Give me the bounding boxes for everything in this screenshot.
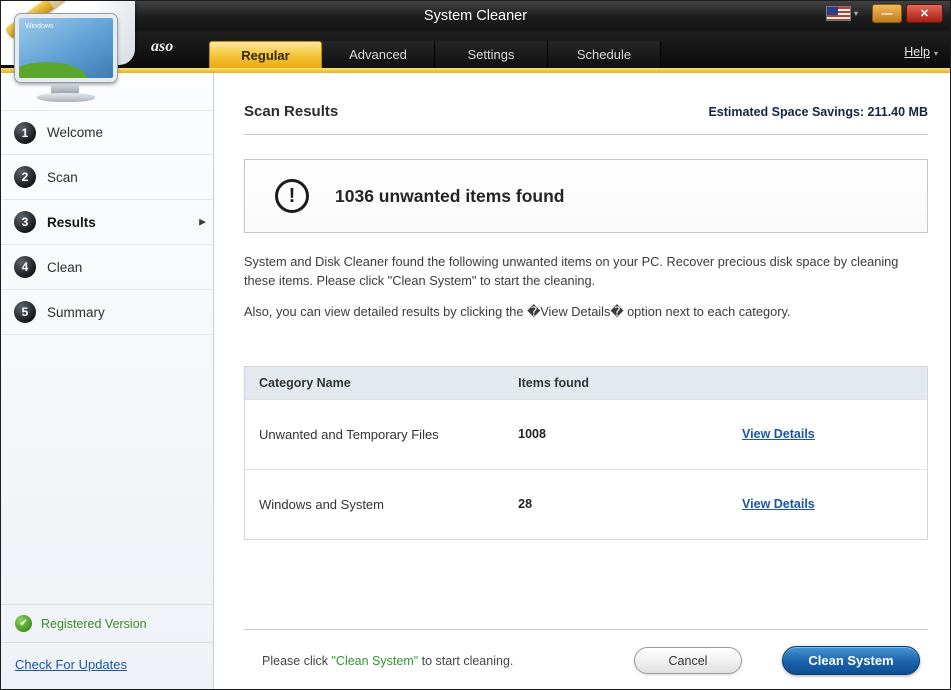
step-number-badge: 2	[14, 166, 36, 188]
note-suffix: to start cleaning.	[418, 654, 513, 668]
col-header-category: Category Name	[245, 376, 504, 390]
divider	[244, 134, 928, 135]
step-label: Results	[47, 215, 96, 230]
note-highlight: "Clean System"	[331, 654, 418, 668]
clean-system-button[interactable]: Clean System	[782, 646, 920, 675]
footer-note: Please click "Clean System" to start cle…	[262, 654, 634, 668]
sidebar-item-results[interactable]: 3 Results ▶	[1, 200, 213, 245]
brand-text: aso	[151, 38, 173, 56]
step-label: Scan	[47, 170, 78, 185]
chevron-down-icon: ▾	[934, 49, 938, 58]
step-number-badge: 3	[14, 211, 36, 233]
titlebar-controls: ▾ — ✕	[826, 4, 943, 23]
sidebar-item-scan[interactable]: 2 Scan	[1, 155, 213, 200]
app-window: System Cleaner ▾ — ✕ aso Regular Advance…	[0, 0, 951, 690]
step-label: Summary	[47, 305, 105, 320]
step-number-badge: 1	[14, 122, 36, 144]
tab-label: Regular	[241, 48, 289, 63]
sidebar-item-clean[interactable]: 4 Clean	[1, 245, 213, 290]
minimize-button[interactable]: —	[872, 4, 902, 23]
step-label: Clean	[47, 260, 82, 275]
updates-row: Check For Updates	[1, 643, 213, 690]
registered-version-label: Registered Version	[41, 617, 147, 631]
category-name: Unwanted and Temporary Files	[245, 427, 504, 442]
view-details-link[interactable]: View Details	[736, 497, 927, 511]
tab-settings[interactable]: Settings	[435, 41, 548, 68]
window-title: System Cleaner	[424, 8, 527, 24]
check-icon: ✔	[15, 615, 32, 632]
minimize-icon: —	[882, 8, 893, 20]
table-row: Windows and System 28 View Details	[245, 469, 927, 539]
step-number-badge: 5	[14, 301, 36, 323]
description-text: System and Disk Cleaner found the follow…	[244, 253, 928, 290]
space-savings-label: Estimated Space Savings: 211.40 MB	[708, 105, 928, 119]
category-name: Windows and System	[245, 497, 504, 512]
close-button[interactable]: ✕	[906, 4, 943, 23]
action-bar: Please click "Clean System" to start cle…	[244, 629, 928, 690]
items-found-count: 28	[504, 497, 736, 511]
step-number-badge: 4	[14, 256, 36, 278]
help-label: Help	[904, 45, 930, 59]
table-row: Unwanted and Temporary Files 1008 View D…	[245, 399, 927, 469]
chevron-down-icon: ▾	[854, 9, 858, 18]
details-hint-text: Also, you can view detailed results by c…	[244, 303, 928, 322]
cancel-button[interactable]: Cancel	[634, 647, 742, 674]
col-header-items-found: Items found	[504, 376, 736, 390]
tab-label: Advanced	[349, 47, 407, 62]
registered-version-status: ✔ Registered Version	[1, 604, 213, 643]
view-details-link[interactable]: View Details	[736, 427, 927, 441]
help-menu[interactable]: Help ▾	[904, 45, 938, 59]
tabs: Regular Advanced Settings Schedule	[209, 41, 661, 68]
tab-advanced[interactable]: Advanced	[322, 41, 435, 68]
items-found-banner: ! 1036 unwanted items found	[244, 159, 928, 233]
tab-bar: aso Regular Advanced Settings Schedule H…	[1, 31, 950, 68]
titlebar[interactable]: System Cleaner ▾ — ✕	[1, 1, 950, 31]
items-found-count: 1008	[504, 427, 736, 441]
close-icon: ✕	[920, 7, 929, 20]
tab-label: Settings	[468, 47, 515, 62]
main-header: Scan Results Estimated Space Savings: 21…	[244, 103, 928, 120]
items-found-text: 1036 unwanted items found	[335, 186, 564, 207]
tab-regular[interactable]: Regular	[209, 41, 322, 68]
sidebar-item-summary[interactable]: 5 Summary	[1, 290, 213, 335]
steps-sidebar: 1 Welcome 2 Scan 3 Results ▶ 4 Clean 5	[1, 73, 214, 690]
note-prefix: Please click	[262, 654, 331, 668]
us-flag-icon	[826, 6, 851, 21]
tab-schedule[interactable]: Schedule	[548, 41, 661, 68]
table-header-row: Category Name Items found	[245, 367, 927, 399]
language-selector[interactable]: ▾	[826, 6, 858, 21]
page-title: Scan Results	[244, 103, 338, 120]
results-table: Category Name Items found Unwanted and T…	[244, 366, 928, 540]
step-label: Welcome	[47, 125, 103, 140]
check-for-updates-link[interactable]: Check For Updates	[15, 657, 127, 672]
steps-list: 1 Welcome 2 Scan 3 Results ▶ 4 Clean 5	[1, 110, 213, 335]
tab-label: Schedule	[577, 47, 631, 62]
main-panel: Scan Results Estimated Space Savings: 21…	[214, 73, 950, 690]
window-body: 1 Welcome 2 Scan 3 Results ▶ 4 Clean 5	[1, 73, 950, 690]
exclamation-icon: !	[275, 179, 309, 213]
sidebar-footer: ✔ Registered Version Check For Updates	[1, 604, 213, 690]
sidebar-item-welcome[interactable]: 1 Welcome	[1, 110, 213, 155]
active-step-arrow-icon: ▶	[199, 217, 206, 228]
